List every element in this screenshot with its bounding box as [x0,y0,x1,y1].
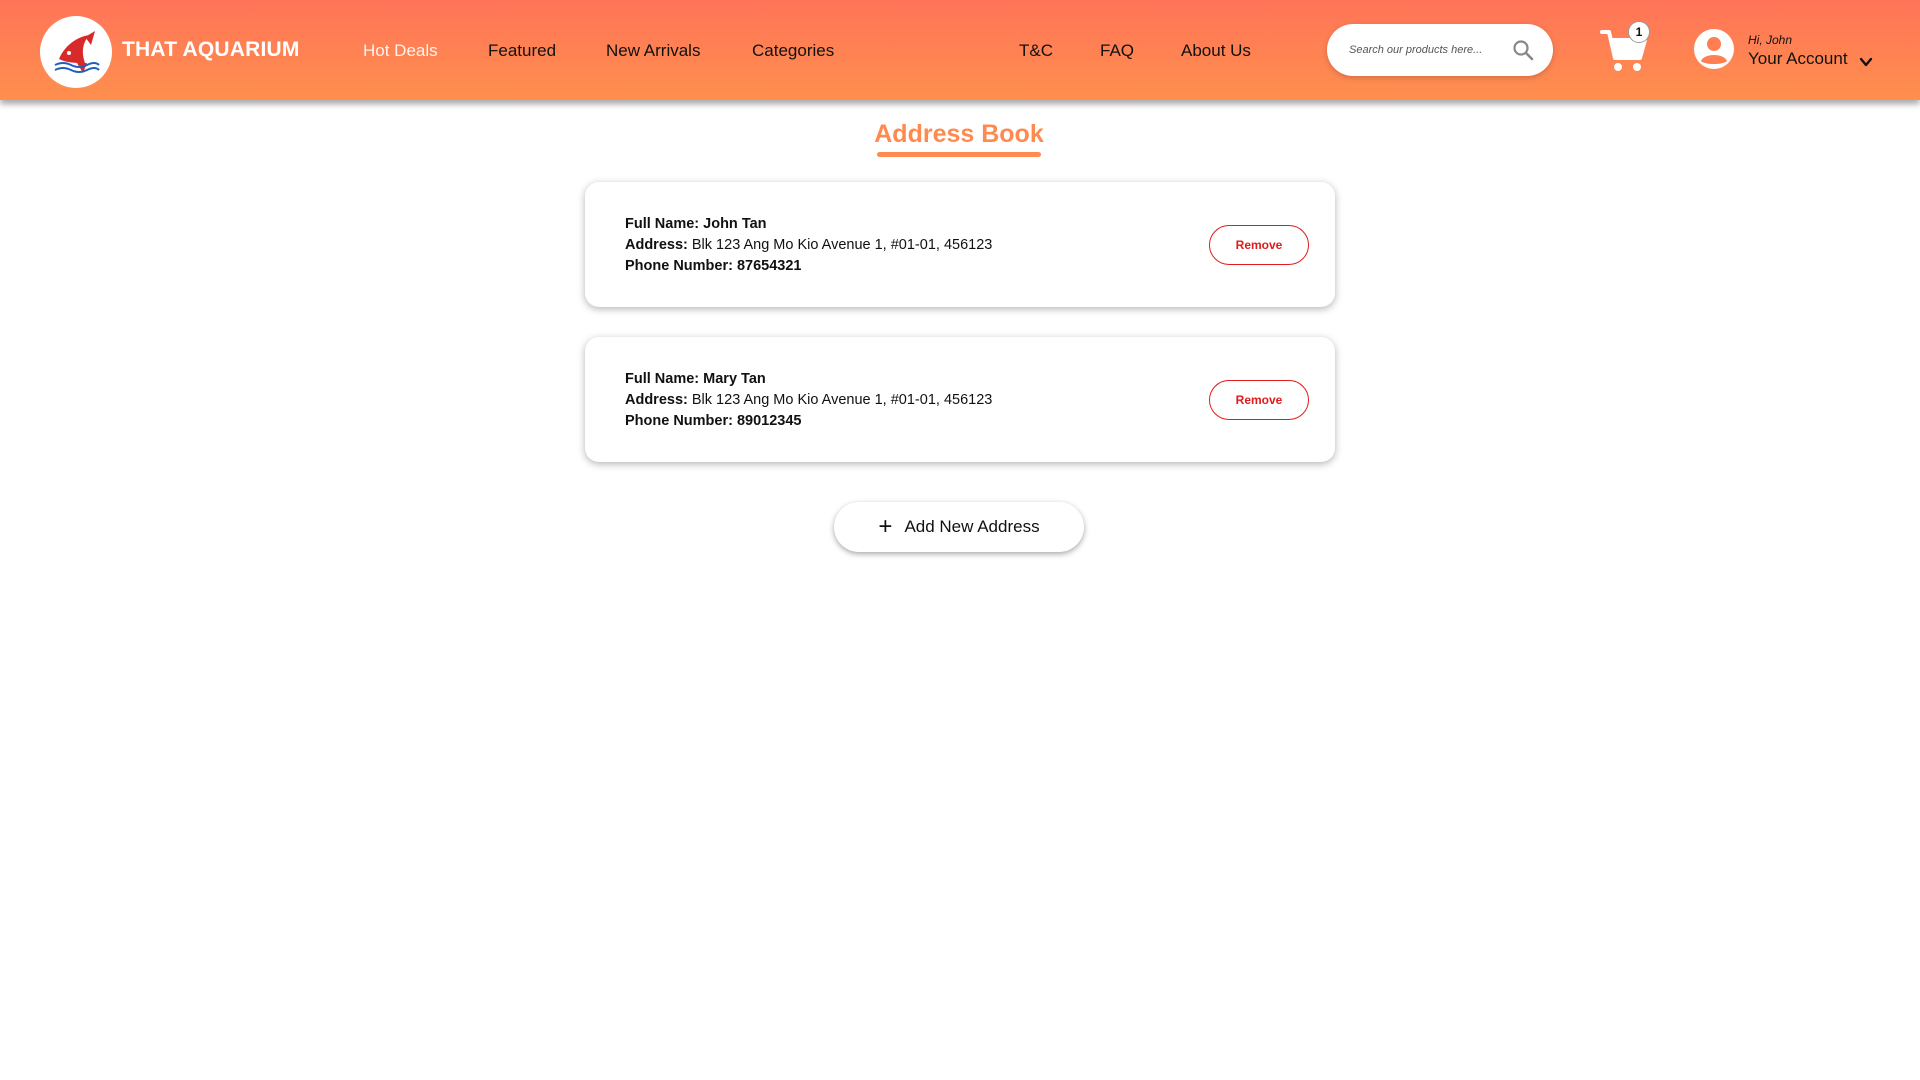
phone-line: Phone Number: 89012345 [625,411,992,432]
page-title: Address Book [874,120,1044,148]
address-label: Address: [625,237,688,253]
title-underline [877,152,1041,157]
cart-count-badge: 1 [1628,21,1650,43]
user-avatar-icon [1694,29,1734,69]
address-value: Blk 123 Ang Mo Kio Avenue 1, #01-01, 456… [691,237,993,253]
phone-label: Phone Number: [625,413,733,429]
nav-hot-deals[interactable]: Hot Deals [363,41,438,61]
nav-terms[interactable]: T&C [1019,41,1053,61]
nav-new-arrivals[interactable]: New Arrivals [606,41,700,61]
address-label: Address: [625,392,688,408]
full-name-line: Full Name: John Tan [625,214,992,235]
address-details: Full Name: Mary Tan Address: Blk 123 Ang… [625,369,992,432]
header-bar: THAT AQUARIUM Hot Deals Featured New Arr… [0,0,1920,100]
nav-featured[interactable]: Featured [488,41,556,61]
search-input[interactable] [1349,38,1499,62]
full-name-label: Full Name: [625,371,700,387]
account-greeting: Hi, John [1748,33,1793,47]
full-name-value: John Tan [703,216,767,232]
address-card: Full Name: Mary Tan Address: Blk 123 Ang… [585,337,1335,462]
address-line: Address: Blk 123 Ang Mo Kio Avenue 1, #0… [625,390,992,411]
nav-faq[interactable]: FAQ [1100,41,1134,61]
account-label[interactable]: Your Account [1748,49,1848,69]
search-box [1327,24,1553,76]
nav-categories[interactable]: Categories [752,41,834,61]
brand-name[interactable]: THAT AQUARIUM [122,38,300,62]
remove-address-button[interactable]: Remove [1209,225,1309,265]
angelfish-logo-icon [54,31,100,73]
address-value: Blk 123 Ang Mo Kio Avenue 1, #01-01, 456… [691,392,993,408]
full-name-value: Mary Tan [703,371,766,387]
phone-label: Phone Number: [625,258,733,274]
chevron-down-icon[interactable] [1859,55,1873,69]
search-icon[interactable] [1511,38,1535,62]
phone-line: Phone Number: 87654321 [625,256,992,277]
phone-value: 87654321 [736,258,802,274]
nav-about-us[interactable]: About Us [1181,41,1251,61]
full-name-line: Full Name: Mary Tan [625,369,992,390]
phone-value: 89012345 [736,413,802,429]
full-name-label: Full Name: [625,216,700,232]
brand-logo[interactable] [40,16,112,88]
add-new-address-label: Add New Address [904,517,1040,536]
address-line: Address: Blk 123 Ang Mo Kio Avenue 1, #0… [625,235,992,256]
remove-address-button[interactable]: Remove [1209,380,1309,420]
address-card: Full Name: John Tan Address: Blk 123 Ang… [585,182,1335,307]
add-new-address-button[interactable]: + Add New Address [834,502,1084,552]
address-details: Full Name: John Tan Address: Blk 123 Ang… [625,214,992,277]
account-menu[interactable]: Hi, John Your Account [1694,28,1874,74]
plus-icon: + [878,513,893,540]
